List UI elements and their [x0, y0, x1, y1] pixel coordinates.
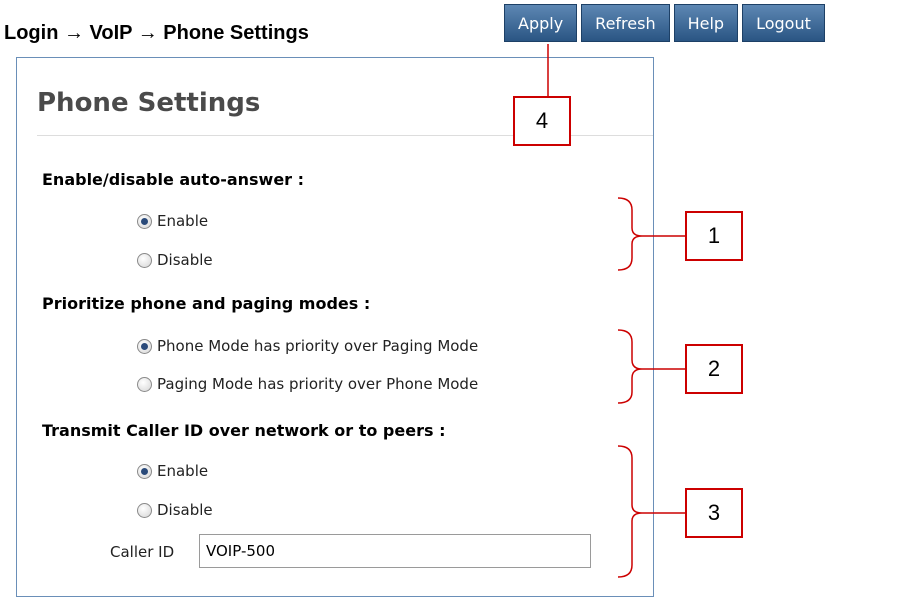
callout-1: 1	[685, 211, 743, 261]
bracket-3	[617, 445, 643, 578]
bracket-1	[617, 197, 643, 271]
bracket-2	[617, 329, 643, 404]
callout-2: 2	[685, 344, 743, 394]
callout-3: 3	[685, 488, 743, 538]
annotation-lines	[547, 44, 685, 578]
callout-4: 4	[513, 96, 571, 146]
